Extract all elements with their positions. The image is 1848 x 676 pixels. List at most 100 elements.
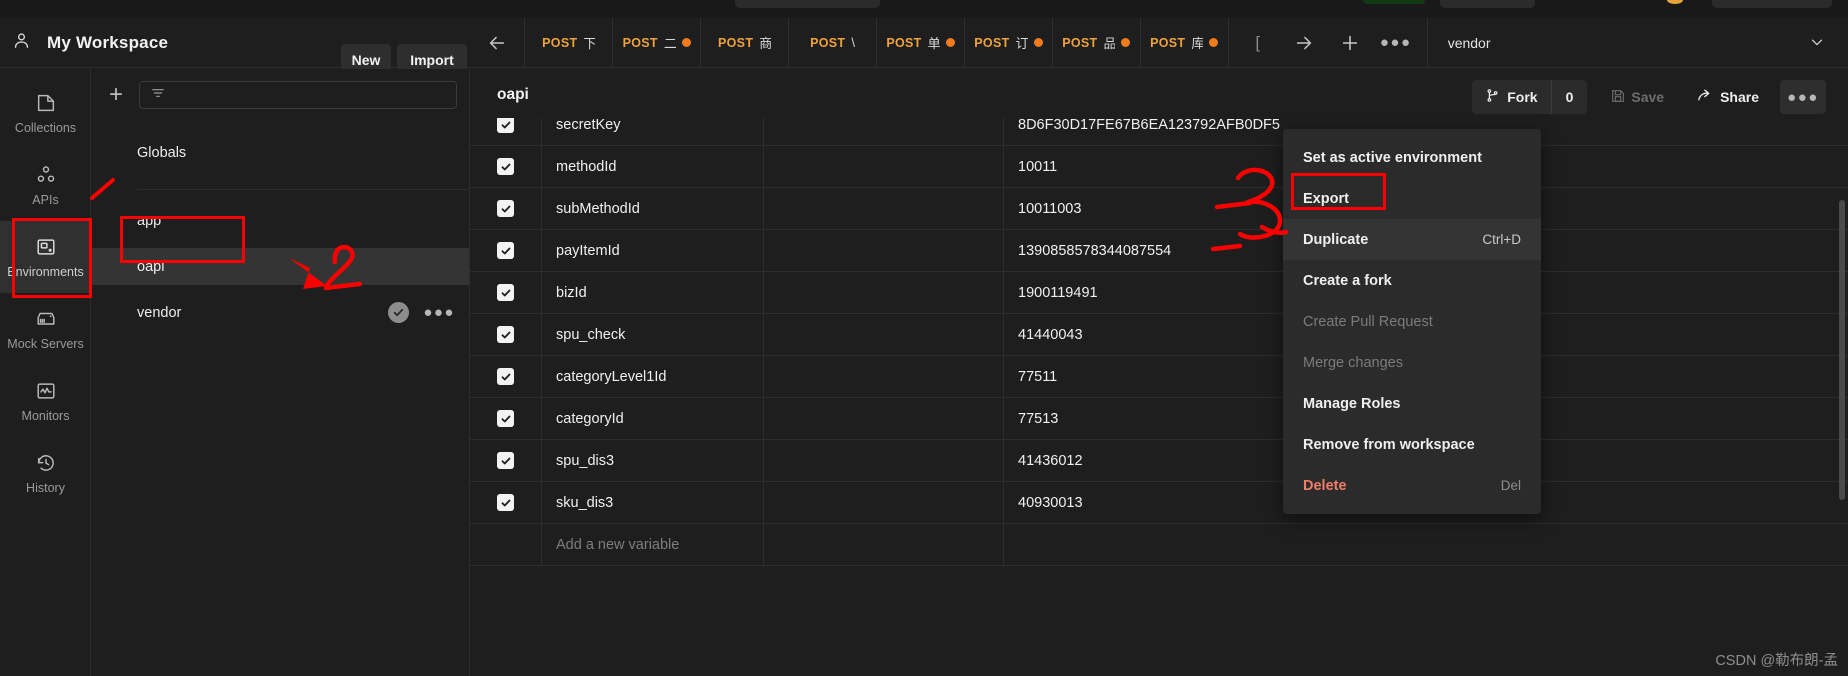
- variable-name[interactable]: categoryLevel1Id: [542, 355, 764, 398]
- fork-label: Fork: [1507, 89, 1538, 105]
- tabs-back-button[interactable]: [470, 18, 524, 67]
- variable-name[interactable]: methodId: [542, 145, 764, 188]
- checkbox-icon[interactable]: [497, 326, 514, 343]
- check-circle-icon[interactable]: [388, 302, 410, 323]
- checkbox-icon[interactable]: [497, 118, 514, 133]
- menu-item-label: Delete: [1303, 477, 1347, 494]
- environment-selector[interactable]: vendor: [1426, 18, 1848, 68]
- unsaved-dot-icon: [945, 38, 955, 47]
- env-row-oapi[interactable]: oapi: [91, 248, 469, 285]
- env-row-app[interactable]: app: [91, 202, 469, 239]
- variable-name[interactable]: bizId: [542, 271, 764, 314]
- request-tab[interactable]: POST 下: [524, 18, 612, 67]
- table-row[interactable]: sku_dis3 40930013: [470, 481, 1848, 524]
- variable-type[interactable]: [764, 523, 1004, 566]
- chrome-green-chip: [1363, 0, 1425, 4]
- table-row[interactable]: secretKey 8D6F30D17FE67B6EA123792AFB0DF5: [470, 118, 1848, 146]
- request-tab[interactable]: POST \: [788, 18, 876, 67]
- variable-type[interactable]: [764, 145, 1004, 188]
- menu-item-create-a-fork[interactable]: Create a fork: [1283, 260, 1541, 301]
- request-tab[interactable]: POST 品: [1051, 18, 1140, 67]
- variable-value[interactable]: [1004, 524, 1848, 566]
- table-row[interactable]: spu_dis3 41436012: [470, 439, 1848, 482]
- tab-method: POST: [886, 35, 922, 50]
- menu-item-export[interactable]: Export: [1283, 178, 1541, 219]
- variable-name[interactable]: payItemId: [542, 229, 764, 272]
- add-environment-button[interactable]: +: [103, 82, 129, 108]
- environment-more-button[interactable]: ●●●: [1780, 80, 1826, 114]
- add-variable-row[interactable]: Add a new variable: [470, 523, 1848, 566]
- variable-name[interactable]: sku_dis3: [542, 481, 764, 524]
- variable-type[interactable]: [764, 355, 1004, 398]
- menu-item-label: Export: [1303, 190, 1349, 207]
- menu-scrollbar[interactable]: [1839, 200, 1845, 500]
- sidebar-item-history[interactable]: History: [0, 437, 91, 509]
- table-row[interactable]: spu_check 41440043: [470, 313, 1848, 356]
- sidebar-item-monitors[interactable]: Monitors: [0, 365, 91, 437]
- share-button[interactable]: Share: [1685, 80, 1770, 114]
- request-tab[interactable]: POST 商: [700, 18, 788, 67]
- sidebar-item-label: Collections: [14, 120, 77, 135]
- sidebar-item-collections[interactable]: Collections: [0, 77, 91, 149]
- filter-input[interactable]: [139, 81, 457, 109]
- monitors-icon: [35, 380, 57, 402]
- environments-icon: [35, 236, 57, 258]
- tab-more-button[interactable]: ●●●: [1375, 23, 1417, 63]
- fork-button[interactable]: Fork: [1472, 80, 1550, 114]
- table-row[interactable]: categoryLevel1Id 77511: [470, 355, 1848, 398]
- unsaved-dot-icon: [1209, 38, 1219, 47]
- menu-item-delete[interactable]: Delete Del: [1283, 465, 1541, 506]
- window-chrome-sliver: [0, 0, 1848, 18]
- checkbox-icon[interactable]: [497, 242, 514, 259]
- variable-type[interactable]: [764, 481, 1004, 524]
- variable-name[interactable]: categoryId: [542, 397, 764, 440]
- variable-type[interactable]: [764, 397, 1004, 440]
- menu-item-remove-from-workspace[interactable]: Remove from workspace: [1283, 424, 1541, 465]
- menu-item-manage-roles[interactable]: Manage Roles: [1283, 383, 1541, 424]
- request-tab[interactable]: POST 二: [612, 18, 700, 67]
- new-tab-button[interactable]: [1329, 23, 1371, 63]
- table-row[interactable]: methodId 10011: [470, 145, 1848, 188]
- sidebar-item-label: Mock Servers: [7, 336, 84, 351]
- checkbox-icon[interactable]: [497, 410, 514, 427]
- env-row-globals[interactable]: Globals: [91, 121, 469, 179]
- variable-type[interactable]: [764, 439, 1004, 482]
- menu-item-duplicate[interactable]: Duplicate Ctrl+D: [1283, 219, 1541, 260]
- variable-name[interactable]: spu_check: [542, 313, 764, 356]
- sidebar-item-apis[interactable]: APIs: [0, 149, 91, 221]
- env-list-divider: [137, 189, 469, 190]
- table-row[interactable]: subMethodId 10011003: [470, 187, 1848, 230]
- variable-enabled-cell: [470, 187, 542, 230]
- variable-name[interactable]: subMethodId: [542, 187, 764, 230]
- forward-button[interactable]: [1283, 23, 1325, 63]
- table-row[interactable]: payItemId 1390858578344087554: [470, 229, 1848, 272]
- csdn-watermark: CSDN @勒布朗-孟: [1715, 653, 1838, 669]
- checkbox-icon[interactable]: [497, 284, 514, 301]
- variable-type[interactable]: [764, 271, 1004, 314]
- variable-name[interactable]: spu_dis3: [542, 439, 764, 482]
- fork-count[interactable]: 0: [1550, 80, 1588, 114]
- menu-item-label: Merge changes: [1303, 354, 1403, 371]
- checkbox-icon[interactable]: [497, 494, 514, 511]
- checkbox-icon[interactable]: [497, 158, 514, 175]
- request-tab[interactable]: POST 库: [1139, 18, 1228, 67]
- menu-item-set-as-active-environment[interactable]: Set as active environment: [1283, 137, 1541, 178]
- table-row[interactable]: categoryId 77513: [470, 397, 1848, 440]
- table-row[interactable]: bizId 1900119491: [470, 271, 1848, 314]
- sidebar-item-mock-servers[interactable]: Mock Servers: [0, 293, 91, 365]
- variable-type[interactable]: [764, 313, 1004, 356]
- checkbox-icon[interactable]: [497, 452, 514, 469]
- add-variable-input[interactable]: Add a new variable: [542, 523, 764, 566]
- sidebar-item-environments[interactable]: Environments: [0, 221, 91, 293]
- variable-type[interactable]: [764, 229, 1004, 272]
- variable-name[interactable]: secretKey: [542, 118, 764, 146]
- ellipsis-icon[interactable]: ●●●: [423, 305, 455, 320]
- checkbox-icon[interactable]: [497, 368, 514, 385]
- checkbox-icon[interactable]: [497, 200, 514, 217]
- env-row-vendor[interactable]: vendor ●●●: [91, 294, 469, 331]
- menu-item-shortcut: Del: [1500, 478, 1521, 493]
- variable-type[interactable]: [764, 118, 1004, 146]
- variable-type[interactable]: [764, 187, 1004, 230]
- request-tab[interactable]: POST 单: [876, 18, 964, 67]
- request-tab[interactable]: POST 订: [963, 18, 1052, 67]
